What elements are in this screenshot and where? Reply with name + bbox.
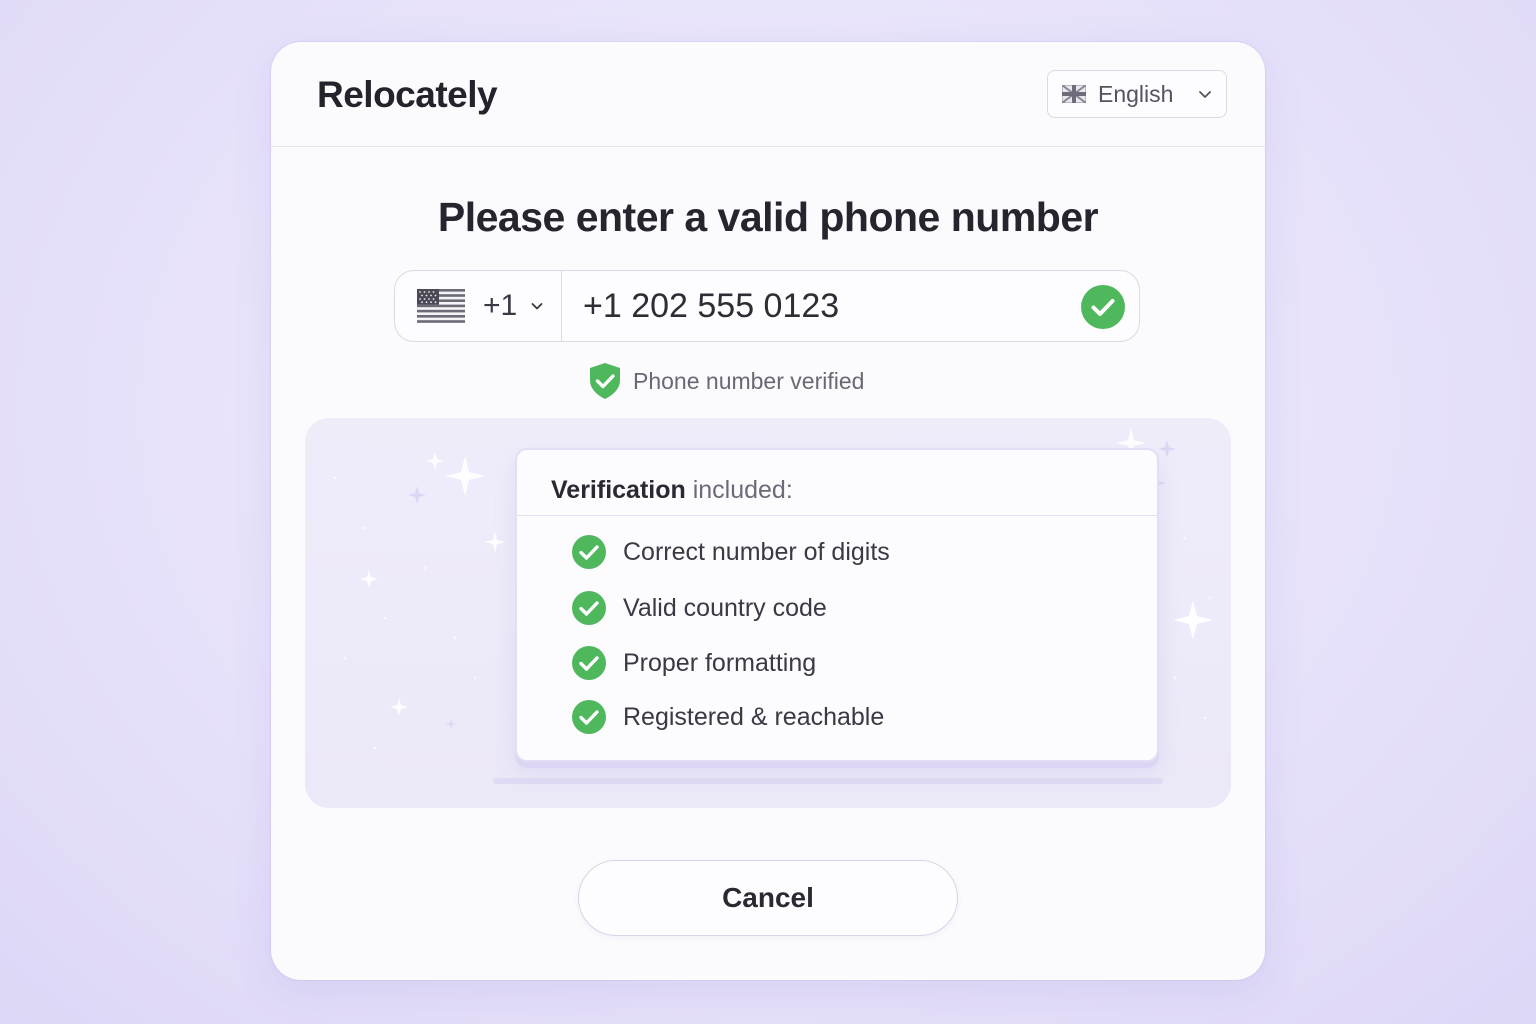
check-circle-icon	[572, 646, 606, 680]
country-code-label: +1	[483, 289, 518, 322]
verification-panel: Verification included: Correct number of…	[305, 418, 1231, 808]
language-selector[interactable]: English	[1047, 70, 1227, 118]
chevron-down-icon	[1199, 91, 1211, 98]
verification-status: Phone number verified	[587, 362, 864, 400]
checklist-item-label: Registered & reachable	[623, 702, 885, 731]
verification-dialog: Relocately English Please enter a valid …	[271, 42, 1265, 980]
check-circle-icon	[572, 700, 606, 734]
uk-flag-icon	[1062, 85, 1086, 103]
checklist-item-label: Correct number of digits	[623, 537, 890, 566]
page-title: Please enter a valid phone number	[437, 194, 1099, 240]
phone-field: +1	[394, 270, 1140, 342]
verified-label: Phone number verified	[633, 367, 865, 394]
chevron-down-icon	[531, 303, 543, 310]
brand-logo-text: Relocately	[317, 74, 498, 115]
checklist-heading: Verification included:	[517, 450, 1157, 516]
valid-check-icon	[1081, 285, 1125, 329]
checklist-item-reachable: Registered & reachable	[571, 699, 884, 735]
checklist-heading-strong: Verification	[551, 476, 686, 504]
checklist-heading-rest: included:	[685, 476, 793, 504]
checklist-item-country-code: Valid country code	[571, 590, 827, 626]
verification-checklist: Verification included: Correct number of…	[515, 448, 1159, 762]
shield-check-icon	[590, 363, 620, 399]
country-code-selector[interactable]: +1	[395, 271, 562, 341]
language-label: English	[1098, 80, 1174, 107]
check-circle-icon	[572, 591, 606, 625]
checklist-item-formatting: Proper formatting	[571, 645, 816, 681]
cancel-button[interactable]: Cancel	[578, 860, 958, 936]
dialog-header: Relocately English	[271, 42, 1265, 147]
checklist-item-digits: Correct number of digits	[571, 534, 890, 570]
check-circle-icon	[572, 535, 606, 569]
checklist-item-label: Proper formatting	[623, 648, 817, 677]
checklist-item-label: Valid country code	[623, 593, 827, 622]
us-flag-icon	[417, 289, 465, 323]
phone-number-input[interactable]	[583, 281, 1073, 331]
